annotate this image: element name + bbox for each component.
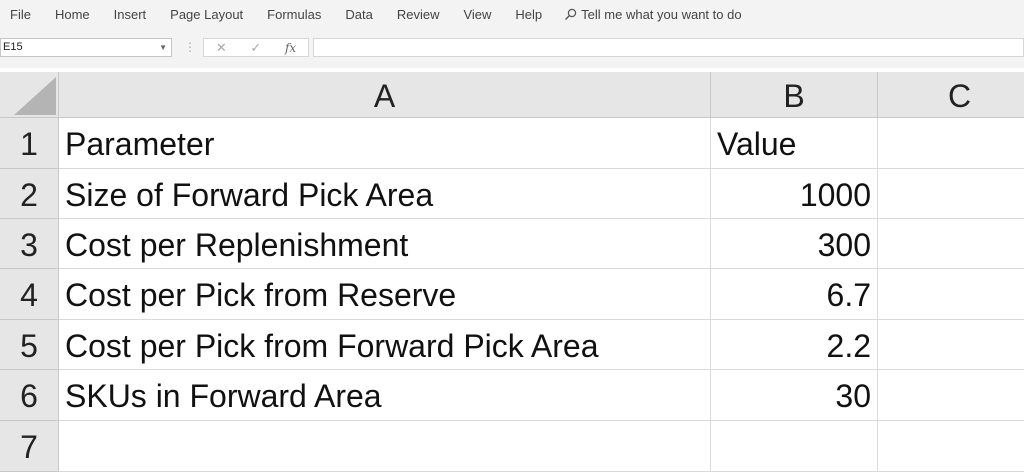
cell-b6[interactable]: 30 bbox=[711, 370, 878, 421]
spreadsheet-grid: A B C 1 Parameter Value 2 Size of Forwar… bbox=[0, 72, 1024, 472]
cell-b2[interactable]: 1000 bbox=[711, 169, 878, 219]
tab-insert[interactable]: Insert bbox=[102, 7, 159, 22]
cell-b1[interactable]: Value bbox=[711, 118, 878, 169]
cell-c5[interactable] bbox=[878, 320, 1024, 370]
cell-c6[interactable] bbox=[878, 370, 1024, 421]
row-header-5[interactable]: 5 bbox=[0, 320, 59, 370]
name-box[interactable]: E15 ▼ bbox=[0, 38, 172, 57]
tab-file[interactable]: File bbox=[0, 7, 43, 22]
select-all-triangle-icon bbox=[14, 77, 56, 115]
formula-bar-row: E15 ▼ ⋮ ✕ ✓ fx bbox=[0, 28, 1024, 68]
insert-function-icon[interactable]: fx bbox=[285, 41, 296, 55]
tell-me-label: Tell me what you want to do bbox=[581, 6, 742, 22]
cell-c2[interactable] bbox=[878, 169, 1024, 219]
cell-a1[interactable]: Parameter bbox=[59, 118, 711, 169]
search-icon bbox=[565, 8, 577, 20]
column-header-b[interactable]: B bbox=[711, 72, 878, 118]
cell-a6[interactable]: SKUs in Forward Area bbox=[59, 370, 711, 421]
select-all-corner[interactable] bbox=[0, 72, 59, 118]
column-header-c[interactable]: C bbox=[878, 72, 1024, 118]
tab-help[interactable]: Help bbox=[503, 7, 554, 22]
cell-a7[interactable] bbox=[59, 421, 711, 472]
cancel-icon[interactable]: ✕ bbox=[216, 40, 227, 56]
tab-page-layout[interactable]: Page Layout bbox=[158, 7, 255, 22]
enter-check-icon[interactable]: ✓ bbox=[250, 40, 261, 56]
tab-data[interactable]: Data bbox=[333, 7, 384, 22]
row-header-4[interactable]: 4 bbox=[0, 269, 59, 320]
cell-b5[interactable]: 2.2 bbox=[711, 320, 878, 370]
tab-home[interactable]: Home bbox=[43, 7, 102, 22]
formula-input[interactable] bbox=[313, 38, 1024, 57]
column-header-a[interactable]: A bbox=[59, 72, 711, 118]
row-header-2[interactable]: 2 bbox=[0, 169, 59, 219]
cell-c3[interactable] bbox=[878, 219, 1024, 269]
cell-a2[interactable]: Size of Forward Pick Area bbox=[59, 169, 711, 219]
tab-view[interactable]: View bbox=[451, 7, 503, 22]
tab-review[interactable]: Review bbox=[385, 7, 452, 22]
cell-c7[interactable] bbox=[878, 421, 1024, 472]
cell-a5[interactable]: Cost per Pick from Forward Pick Area bbox=[59, 320, 711, 370]
cell-b3[interactable]: 300 bbox=[711, 219, 878, 269]
tab-formulas[interactable]: Formulas bbox=[255, 7, 333, 22]
cell-b7[interactable] bbox=[711, 421, 878, 472]
chevron-down-icon[interactable]: ▼ bbox=[159, 39, 167, 56]
formula-buttons: ✕ ✓ fx bbox=[203, 38, 309, 57]
row-header-7[interactable]: 7 bbox=[0, 421, 59, 472]
name-box-value: E15 bbox=[3, 41, 23, 53]
cell-c4[interactable] bbox=[878, 269, 1024, 320]
more-options-icon[interactable]: ⋮ bbox=[184, 40, 196, 54]
cell-b4[interactable]: 6.7 bbox=[711, 269, 878, 320]
cell-c1[interactable] bbox=[878, 118, 1024, 169]
row-header-3[interactable]: 3 bbox=[0, 219, 59, 269]
ribbon-menu: File Home Insert Page Layout Formulas Da… bbox=[0, 0, 1024, 28]
row-header-1[interactable]: 1 bbox=[0, 118, 59, 169]
tell-me-search[interactable]: Tell me what you want to do bbox=[554, 6, 742, 22]
cell-a4[interactable]: Cost per Pick from Reserve bbox=[59, 269, 711, 320]
cell-a3[interactable]: Cost per Replenishment bbox=[59, 219, 711, 269]
row-header-6[interactable]: 6 bbox=[0, 370, 59, 421]
